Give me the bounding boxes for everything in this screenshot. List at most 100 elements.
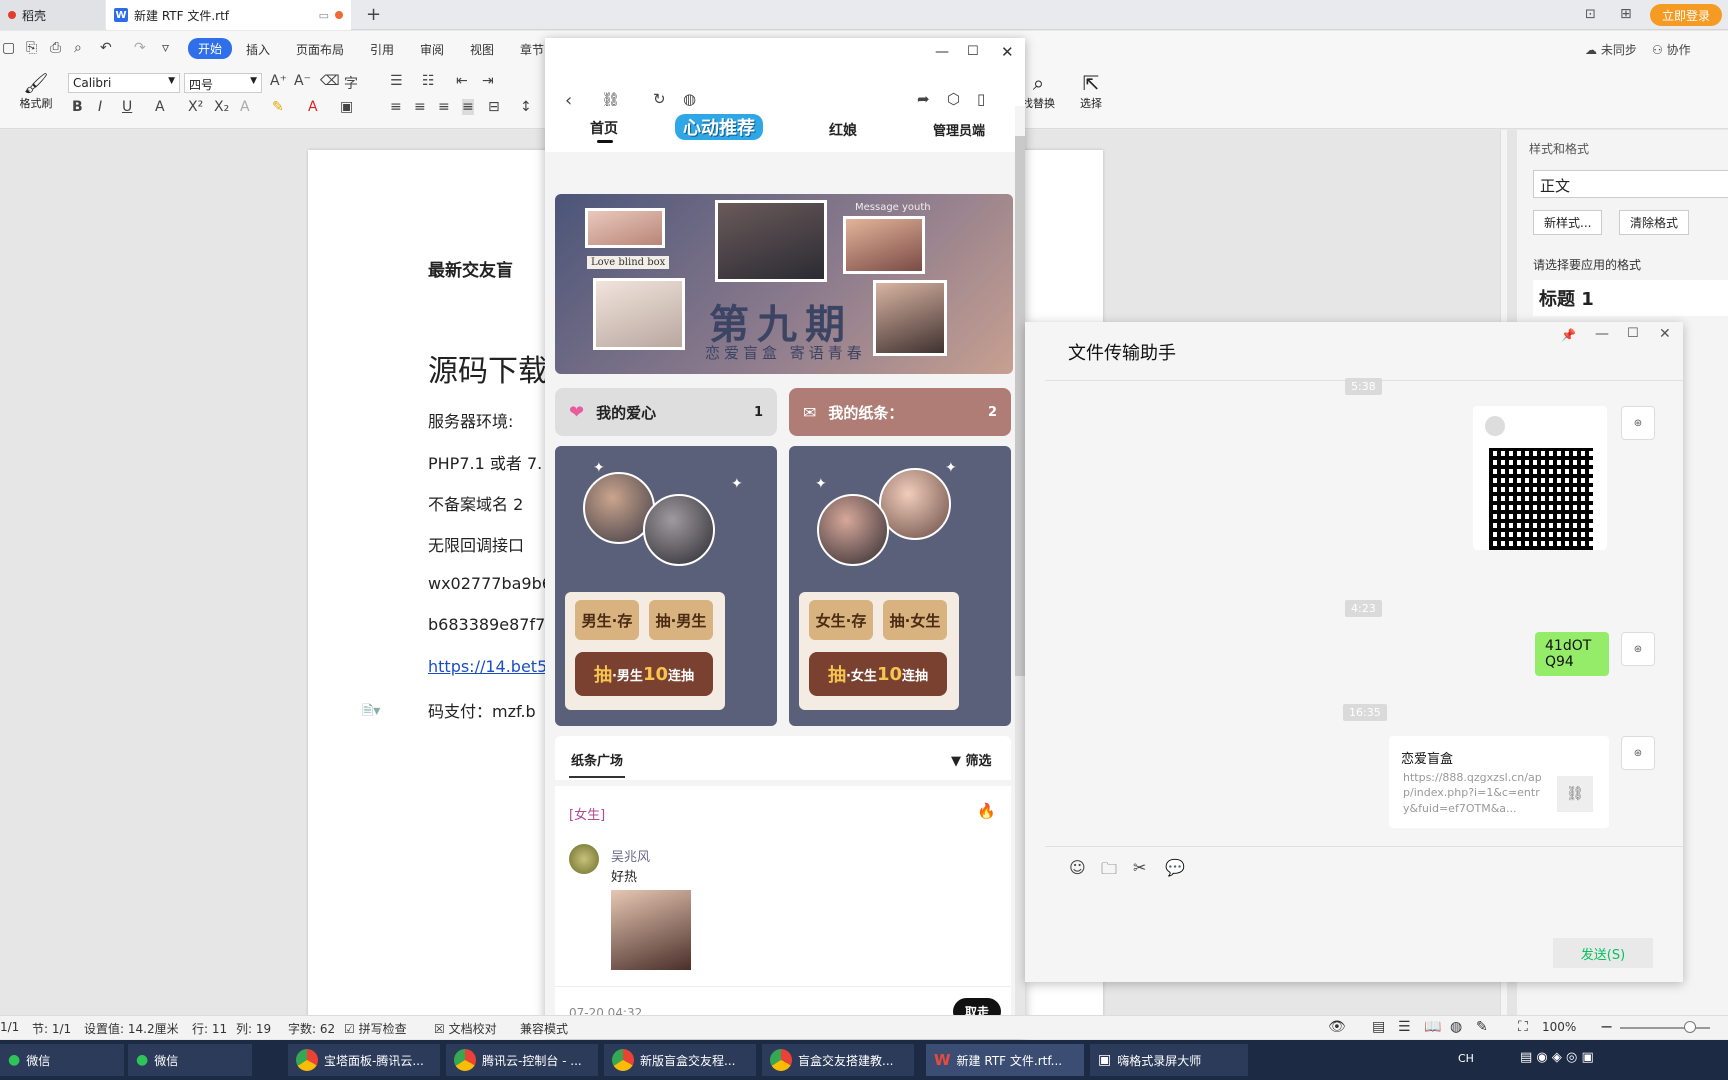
new-style-button[interactable]: 新样式... xyxy=(1533,210,1603,235)
font-color-icon[interactable]: A xyxy=(308,99,318,115)
spell-check-button[interactable]: ☑ 拼写检查 xyxy=(344,1020,407,1037)
read-view-icon[interactable]: 📖 xyxy=(1424,1019,1441,1035)
taskbar-item-wps[interactable]: W 新建 RTF 文件.rtf... xyxy=(926,1044,1084,1076)
collab-button[interactable]: ⚇ 协作 xyxy=(1652,41,1691,58)
apps-grid-icon[interactable]: ⊞ xyxy=(1620,6,1632,22)
line-spacing-icon[interactable]: ↕ xyxy=(520,99,532,115)
number-list-icon[interactable]: ☷ xyxy=(422,73,435,89)
my-notes-card[interactable]: ✉ 我的纸条： 2 xyxy=(789,388,1011,436)
self-avatar[interactable]: ⊛ xyxy=(1621,736,1655,770)
tab-matchmaker[interactable]: 红娘 xyxy=(829,120,857,140)
shrink-font-icon[interactable]: A⁻ xyxy=(294,73,311,89)
sync-status[interactable]: ☁ 未同步 xyxy=(1585,41,1637,58)
link-card-message[interactable]: 恋爱盲盒 https://888.qzgxzsl.cn/app/index.ph… xyxy=(1389,736,1609,828)
menu-chapter[interactable]: 章节 xyxy=(520,41,544,58)
self-avatar[interactable]: ⊛ xyxy=(1621,406,1655,440)
menu-view[interactable]: 视图 xyxy=(470,41,494,58)
heading1-style[interactable]: 标题 1 xyxy=(1533,280,1728,316)
pen-icon[interactable]: ✎ xyxy=(1476,1019,1488,1035)
male-draw10-button[interactable]: 抽 ·男生 10 连抽 xyxy=(575,652,713,696)
italic-icon[interactable]: I xyxy=(98,99,102,115)
select-button[interactable]: ⇱ 选择 xyxy=(1080,71,1102,111)
menu-page-layout[interactable]: 页面布局 xyxy=(296,41,344,58)
tab-home[interactable]: 首页 xyxy=(590,118,618,138)
minimize-icon[interactable]: — xyxy=(1595,326,1609,342)
issue-banner[interactable]: Love blind box Message youth 第九期 恋爱盲盒 寄语… xyxy=(555,194,1013,374)
mp-scrollbar-track[interactable] xyxy=(1015,136,1025,1016)
send-button[interactable]: 发送(S) xyxy=(1553,938,1653,968)
web-view-icon[interactable]: ◍ xyxy=(1450,1019,1462,1035)
current-style-box[interactable]: 正文 xyxy=(1533,170,1728,198)
superscript-icon[interactable]: X² xyxy=(188,99,203,115)
tray-icons[interactable]: ▤ ◉ ◈ ◎ ▣ xyxy=(1520,1050,1594,1065)
save-icon[interactable]: ▢ xyxy=(2,40,15,56)
paragraph-options-icon[interactable]: 🗎▾ xyxy=(362,700,380,724)
menu-review[interactable]: 审阅 xyxy=(420,41,444,58)
tab-note-square[interactable]: 纸条广场 xyxy=(571,750,623,769)
close-icon[interactable]: ✕ xyxy=(1001,43,1014,61)
print-icon[interactable]: ⎙ xyxy=(50,40,61,56)
tab-daoke[interactable]: 稻壳 xyxy=(0,0,105,30)
align-center-icon[interactable]: ≡ xyxy=(414,99,426,115)
monitor-icon[interactable]: ▭ xyxy=(319,9,329,22)
male-save-button[interactable]: 男生·存 xyxy=(575,600,639,640)
maximize-icon[interactable]: ☐ xyxy=(967,44,979,59)
mp-scrollbar-thumb[interactable] xyxy=(1015,136,1025,676)
justify-icon[interactable]: ≡ xyxy=(462,99,474,115)
female-draw-button[interactable]: 抽·女生 xyxy=(883,600,947,640)
menu-home[interactable]: 开始 xyxy=(188,38,233,59)
bullet-list-icon[interactable]: ☰ xyxy=(390,73,403,89)
taskbar-item-recorder[interactable]: ▣ 嗨格式录屏大师 xyxy=(1090,1044,1248,1076)
outline-view-icon[interactable]: ☰ xyxy=(1398,1019,1411,1035)
font-family-select[interactable]: Calibri ▼ xyxy=(68,73,180,93)
zoom-level[interactable]: 100% xyxy=(1542,1020,1576,1034)
maximize-icon[interactable]: ☐ xyxy=(1627,326,1639,341)
post-photo[interactable] xyxy=(611,890,691,970)
export-pdf-icon[interactable]: ⎘ xyxy=(26,40,37,56)
strikethrough-icon[interactable]: A xyxy=(155,99,165,115)
eye-icon[interactable]: 👁 xyxy=(1328,1019,1346,1035)
minimize-icon[interactable]: — xyxy=(935,44,949,60)
doc-check-button[interactable]: ☒ 文档校对 xyxy=(434,1020,497,1037)
pin-icon[interactable]: 📌 xyxy=(1561,328,1576,342)
female-draw10-button[interactable]: 抽 ·女生 10 连抽 xyxy=(809,652,947,696)
text-effect-icon[interactable]: A xyxy=(240,99,250,115)
female-save-button[interactable]: 女生·存 xyxy=(809,600,873,640)
fit-icon[interactable]: ⛶ xyxy=(1518,1019,1528,1035)
login-button[interactable]: 立即登录 xyxy=(1650,4,1722,26)
redo-icon[interactable]: ↷ xyxy=(134,40,146,56)
tab-admin[interactable]: 管理员端 xyxy=(933,120,985,139)
self-avatar[interactable]: ⊛ xyxy=(1621,632,1655,666)
chat-bubble-icon[interactable]: 💬 xyxy=(1165,858,1185,877)
qr-image-message[interactable] xyxy=(1473,406,1607,550)
text-message-bubble[interactable]: 41dOTQ94 xyxy=(1535,632,1609,676)
ime-indicator[interactable]: CH xyxy=(1458,1052,1474,1065)
folder-icon[interactable]: 🗀 xyxy=(1101,858,1117,885)
pinyin-icon[interactable]: 字 xyxy=(344,73,358,93)
page-view-icon[interactable]: ▤ xyxy=(1372,1019,1385,1035)
new-tab-button[interactable]: + xyxy=(366,4,381,25)
font-size-select[interactable]: 四号 ▼ xyxy=(184,73,262,93)
align-right-icon[interactable]: ≡ xyxy=(438,99,450,115)
preview-icon[interactable]: ⌕ xyxy=(74,40,82,56)
clear-format-icon[interactable]: ⌫ xyxy=(320,73,340,89)
taskbar-item-chrome[interactable]: 腾讯云-控制台 - ... xyxy=(446,1044,598,1076)
doc-link[interactable]: https://14.bet5 xyxy=(428,657,547,676)
char-border-icon[interactable]: ▣ xyxy=(340,99,353,115)
subscript-icon[interactable]: X₂ xyxy=(214,99,229,115)
status-words[interactable]: 字数: 62 xyxy=(288,1020,335,1037)
tab-rtf-document[interactable]: W 新建 RTF 文件.rtf ▭ xyxy=(106,0,351,30)
customize-chevron-icon[interactable]: ▿ xyxy=(162,40,169,56)
note-post[interactable]: [女生] 🔥 吴兆风 好热 07-20 04:32 取走 xyxy=(555,786,1011,1036)
zoom-out-icon[interactable]: − xyxy=(1600,1017,1613,1036)
distribute-icon[interactable]: ⊟ xyxy=(488,99,500,115)
highlight-icon[interactable]: ✎ xyxy=(272,99,284,115)
bold-icon[interactable]: B xyxy=(72,99,83,115)
emoji-icon[interactable]: ☺ xyxy=(1069,858,1086,877)
taskbar-item-chrome[interactable]: 盲盒交友搭建教... xyxy=(762,1044,914,1076)
clear-format-button[interactable]: 清除格式 xyxy=(1619,210,1690,235)
zoom-slider[interactable] xyxy=(1620,1027,1710,1029)
filter-button[interactable]: ▼ 筛选 xyxy=(951,750,992,769)
taskbar-item-chrome[interactable]: 宝塔面板-腾讯云... xyxy=(288,1044,440,1076)
zoom-slider-thumb[interactable] xyxy=(1684,1021,1696,1033)
